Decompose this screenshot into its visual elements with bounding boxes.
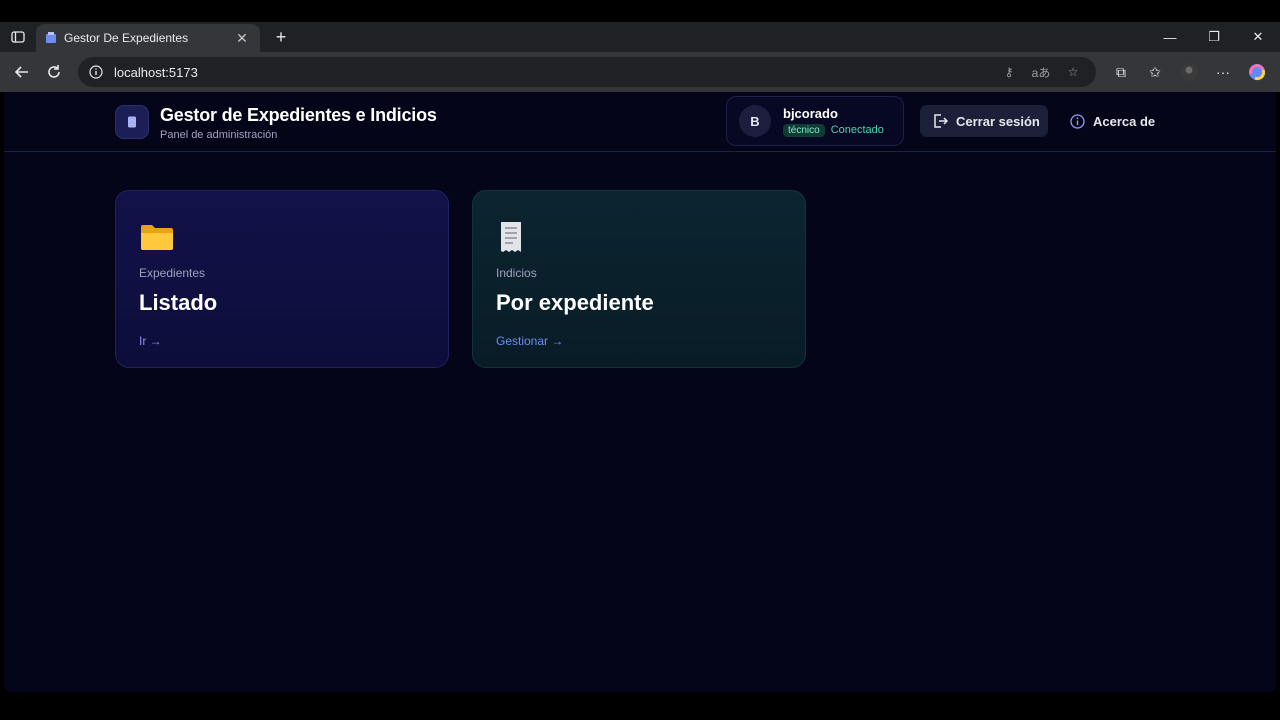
logout-icon	[934, 114, 948, 128]
tab-actions-button[interactable]	[0, 22, 36, 52]
browser-tab[interactable]: Gestor De Expedientes ✕	[36, 24, 260, 52]
user-card: B bjcorado técnico Conectado	[726, 96, 904, 146]
card-kicker: Indicios	[496, 266, 537, 280]
card-indicios[interactable]: Indicios Por expediente Gestionar →	[472, 190, 806, 368]
tab-title: Gestor De Expedientes	[64, 31, 189, 45]
card-title: Por expediente	[496, 290, 654, 315]
profile-avatar-icon[interactable]	[1172, 56, 1206, 88]
role-badge: técnico	[783, 123, 825, 137]
screen-bottom-border	[0, 694, 1280, 720]
browser-tabbar: Gestor De Expedientes ✕ + — ❐ ✕	[0, 22, 1280, 52]
brand: Gestor de Expedientes e Indicios Panel d…	[160, 105, 437, 141]
copilot-icon[interactable]	[1240, 56, 1274, 88]
card-title: Listado	[139, 290, 218, 315]
restore-icon[interactable]: ❐	[1192, 22, 1236, 52]
user-meta: técnico Conectado	[783, 123, 884, 137]
reload-icon	[48, 65, 60, 78]
user-info: bjcorado técnico Conectado	[783, 106, 884, 137]
address-bar[interactable]: localhost:5173 ⚷ aあ ☆	[78, 57, 1096, 87]
close-window-icon[interactable]: ✕	[1236, 22, 1280, 52]
avatar: B	[739, 105, 771, 137]
tab-favicon-icon	[46, 32, 56, 43]
about-button[interactable]: Acerca de	[1070, 105, 1155, 137]
page-title: Gestor de Expedientes e Indicios	[160, 105, 437, 125]
page-subtitle: Panel de administración	[160, 129, 278, 141]
site-info-icon[interactable]	[88, 64, 104, 80]
favorite-star-icon[interactable]: ☆	[1060, 59, 1086, 85]
tab-close-icon[interactable]: ✕	[234, 30, 250, 46]
logout-label: Cerrar sesión	[956, 113, 1040, 129]
logout-button[interactable]: Cerrar sesión	[920, 105, 1048, 137]
username: bjcorado	[783, 105, 838, 121]
minimize-icon[interactable]: —	[1148, 22, 1192, 52]
app-header: Gestor de Expedientes e Indicios Panel d…	[4, 92, 1276, 152]
about-label: Acerca de	[1093, 113, 1156, 129]
card-link[interactable]: Gestionar →	[496, 334, 563, 348]
new-tab-button[interactable]: +	[266, 22, 296, 52]
app-logo-icon	[115, 105, 149, 139]
url-text: localhost:5173	[114, 64, 198, 80]
card-kicker: Expedientes	[139, 266, 206, 280]
window-controls: — ❐ ✕	[1148, 22, 1280, 52]
back-arrow-icon	[14, 66, 28, 78]
card-expedientes[interactable]: Expedientes Listado Ir →	[115, 190, 449, 368]
tab-actions-icon	[11, 31, 25, 43]
more-menu-icon[interactable]: ···	[1206, 56, 1240, 88]
reload-button[interactable]	[38, 56, 70, 88]
translate-icon[interactable]: aあ	[1028, 59, 1054, 85]
card-link[interactable]: Ir →	[139, 334, 162, 348]
folder-icon	[139, 221, 425, 253]
info-icon	[1070, 113, 1085, 129]
page-viewport: Gestor de Expedientes e Indicios Panel d…	[4, 92, 1276, 692]
screen-top-border	[0, 0, 1280, 22]
key-icon[interactable]: ⚷	[996, 59, 1022, 85]
status-badge: Conectado	[830, 124, 884, 136]
receipt-icon	[496, 221, 782, 253]
back-button[interactable]	[6, 56, 38, 88]
extensions-icon[interactable]: ⧉	[1104, 56, 1138, 88]
favorites-icon[interactable]: ✩	[1138, 56, 1172, 88]
browser-toolbar: localhost:5173 ⚷ aあ ☆ ⧉ ✩ ···	[0, 52, 1280, 92]
